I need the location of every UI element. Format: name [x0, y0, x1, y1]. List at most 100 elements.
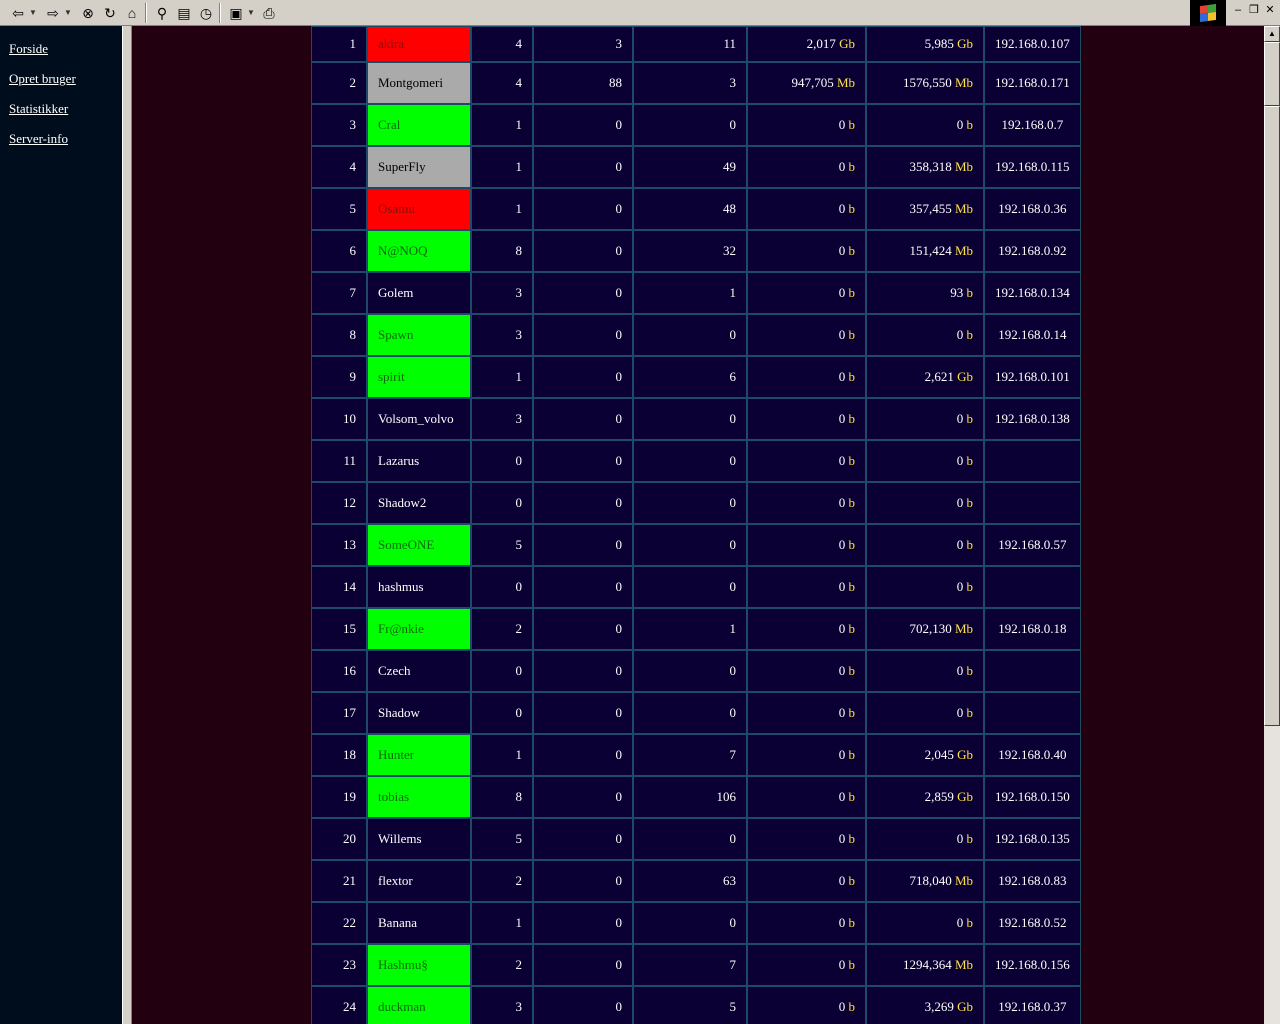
traffic-cell: 0 b [747, 734, 866, 776]
row-number: 20 [311, 818, 367, 860]
value-cell: 1 [471, 356, 533, 398]
search-icon[interactable]: ⚲ [152, 2, 172, 24]
value-cell: 0 [533, 734, 633, 776]
back-dropdown-icon[interactable]: ▼ [29, 2, 37, 24]
forward-dropdown-icon[interactable]: ▼ [64, 2, 72, 24]
user-name: Shadow2 [367, 482, 471, 524]
scrollbar-thumb[interactable] [1264, 106, 1280, 726]
edit-icon[interactable]: ▣ [226, 2, 246, 24]
ip-address: 192.168.0.150 [984, 776, 1081, 818]
traffic-value: 0 [838, 621, 846, 636]
traffic-cell: 0 b [747, 104, 866, 146]
value-cell: 0 [533, 440, 633, 482]
value-cell: 8 [471, 230, 533, 272]
favorites-icon[interactable]: ▤ [174, 2, 194, 24]
nav-link-forside[interactable]: Forside [9, 41, 122, 71]
value-cell: 3 [471, 272, 533, 314]
user-name: spirit [367, 356, 471, 398]
value-cell: 0 [633, 566, 747, 608]
traffic-unit: b [848, 915, 856, 930]
traffic-value: 0 [956, 411, 964, 426]
table-row: 19 tobias 8 0 106 0 b 2,859 Gb 192.168.0.150 [311, 776, 1081, 818]
traffic-unit: b [848, 663, 856, 678]
user-name: N@NOQ [367, 230, 471, 272]
windows-logo-icon [1190, 0, 1226, 26]
row-number: 10 [311, 398, 367, 440]
value-cell: 0 [633, 692, 747, 734]
value-cell: 0 [533, 272, 633, 314]
nav-link-server-info[interactable]: Server-info [9, 131, 122, 161]
nav-link-opret-bruger[interactable]: Opret bruger [9, 71, 122, 101]
value-cell: 2 [471, 608, 533, 650]
print-icon[interactable]: ⎙ [259, 2, 279, 24]
minimize-icon[interactable]: – [1230, 3, 1246, 17]
traffic-value: 5,985 [924, 36, 954, 51]
traffic-value: 0 [956, 663, 964, 678]
value-cell: 0 [533, 356, 633, 398]
traffic-cell: 1576,550 Mb [866, 62, 984, 104]
ip-address: 192.168.0.115 [984, 146, 1081, 188]
traffic-cell: 0 b [866, 398, 984, 440]
refresh-icon[interactable]: ↻ [100, 2, 120, 24]
traffic-unit: Gb [839, 36, 855, 51]
traffic-unit: Mb [836, 75, 855, 90]
traffic-unit: b [848, 747, 856, 762]
home-icon[interactable]: ⌂ [122, 2, 142, 24]
traffic-value: 0 [838, 999, 846, 1014]
traffic-cell: 0 b [747, 398, 866, 440]
traffic-cell: 0 b [747, 776, 866, 818]
scrollbar-track-upper[interactable] [1264, 42, 1280, 106]
traffic-value: 0 [956, 117, 964, 132]
traffic-value: 0 [838, 495, 846, 510]
value-cell: 1 [471, 104, 533, 146]
value-cell: 32 [633, 230, 747, 272]
value-cell: 0 [533, 692, 633, 734]
edit-dropdown-icon[interactable]: ▼ [247, 2, 255, 24]
traffic-unit: b [966, 915, 974, 930]
ip-address [984, 566, 1081, 608]
traffic-value: 0 [956, 831, 964, 846]
traffic-value: 0 [838, 537, 846, 552]
ip-address: 192.168.0.7 [984, 104, 1081, 146]
value-cell: 0 [533, 986, 633, 1024]
value-cell: 0 [533, 524, 633, 566]
traffic-unit: b [966, 537, 974, 552]
ip-address: 192.168.0.134 [984, 272, 1081, 314]
traffic-unit: Gb [957, 789, 973, 804]
traffic-value: 2,859 [924, 789, 954, 804]
traffic-unit: Gb [957, 999, 973, 1014]
forward-arrow-icon[interactable]: ⇨ [43, 2, 63, 24]
user-name: Banana [367, 902, 471, 944]
traffic-cell: 151,424 Mb [866, 230, 984, 272]
user-name: Osamu [367, 188, 471, 230]
value-cell: 0 [533, 230, 633, 272]
value-cell: 4 [471, 26, 533, 62]
row-number: 4 [311, 146, 367, 188]
traffic-value: 0 [838, 369, 846, 384]
traffic-value: 93 [950, 285, 964, 300]
close-icon[interactable]: ✕ [1262, 3, 1278, 17]
row-number: 9 [311, 356, 367, 398]
user-name: SomeONE [367, 524, 471, 566]
value-cell: 0 [471, 650, 533, 692]
traffic-unit: b [848, 621, 856, 636]
table-row: 13 SomeONE 5 0 0 0 b0 b 192.168.0.57 [311, 524, 1081, 566]
stop-icon[interactable]: ⊗ [78, 2, 98, 24]
value-cell: 49 [633, 146, 747, 188]
scroll-up-arrow-icon[interactable]: ▲ [1264, 26, 1280, 42]
vertical-scrollbar[interactable]: ▲ [1264, 26, 1280, 1024]
traffic-cell: 0 b [747, 944, 866, 986]
back-arrow-icon[interactable]: ⇦ [8, 2, 28, 24]
value-cell: 63 [633, 860, 747, 902]
nav-link-statistikker[interactable]: Statistikker [9, 101, 122, 131]
restore-icon[interactable]: ❐ [1246, 3, 1262, 17]
table-row: 9 spirit 1 0 6 0 b 2,621 Gb 192.168.0.101 [311, 356, 1081, 398]
traffic-unit: Mb [954, 243, 973, 258]
traffic-value: 0 [838, 453, 846, 468]
traffic-value: 0 [838, 243, 846, 258]
frame-divider[interactable] [122, 26, 132, 1024]
row-number: 12 [311, 482, 367, 524]
ip-address: 192.168.0.57 [984, 524, 1081, 566]
history-icon[interactable]: ◷ [196, 2, 216, 24]
value-cell: 0 [533, 566, 633, 608]
